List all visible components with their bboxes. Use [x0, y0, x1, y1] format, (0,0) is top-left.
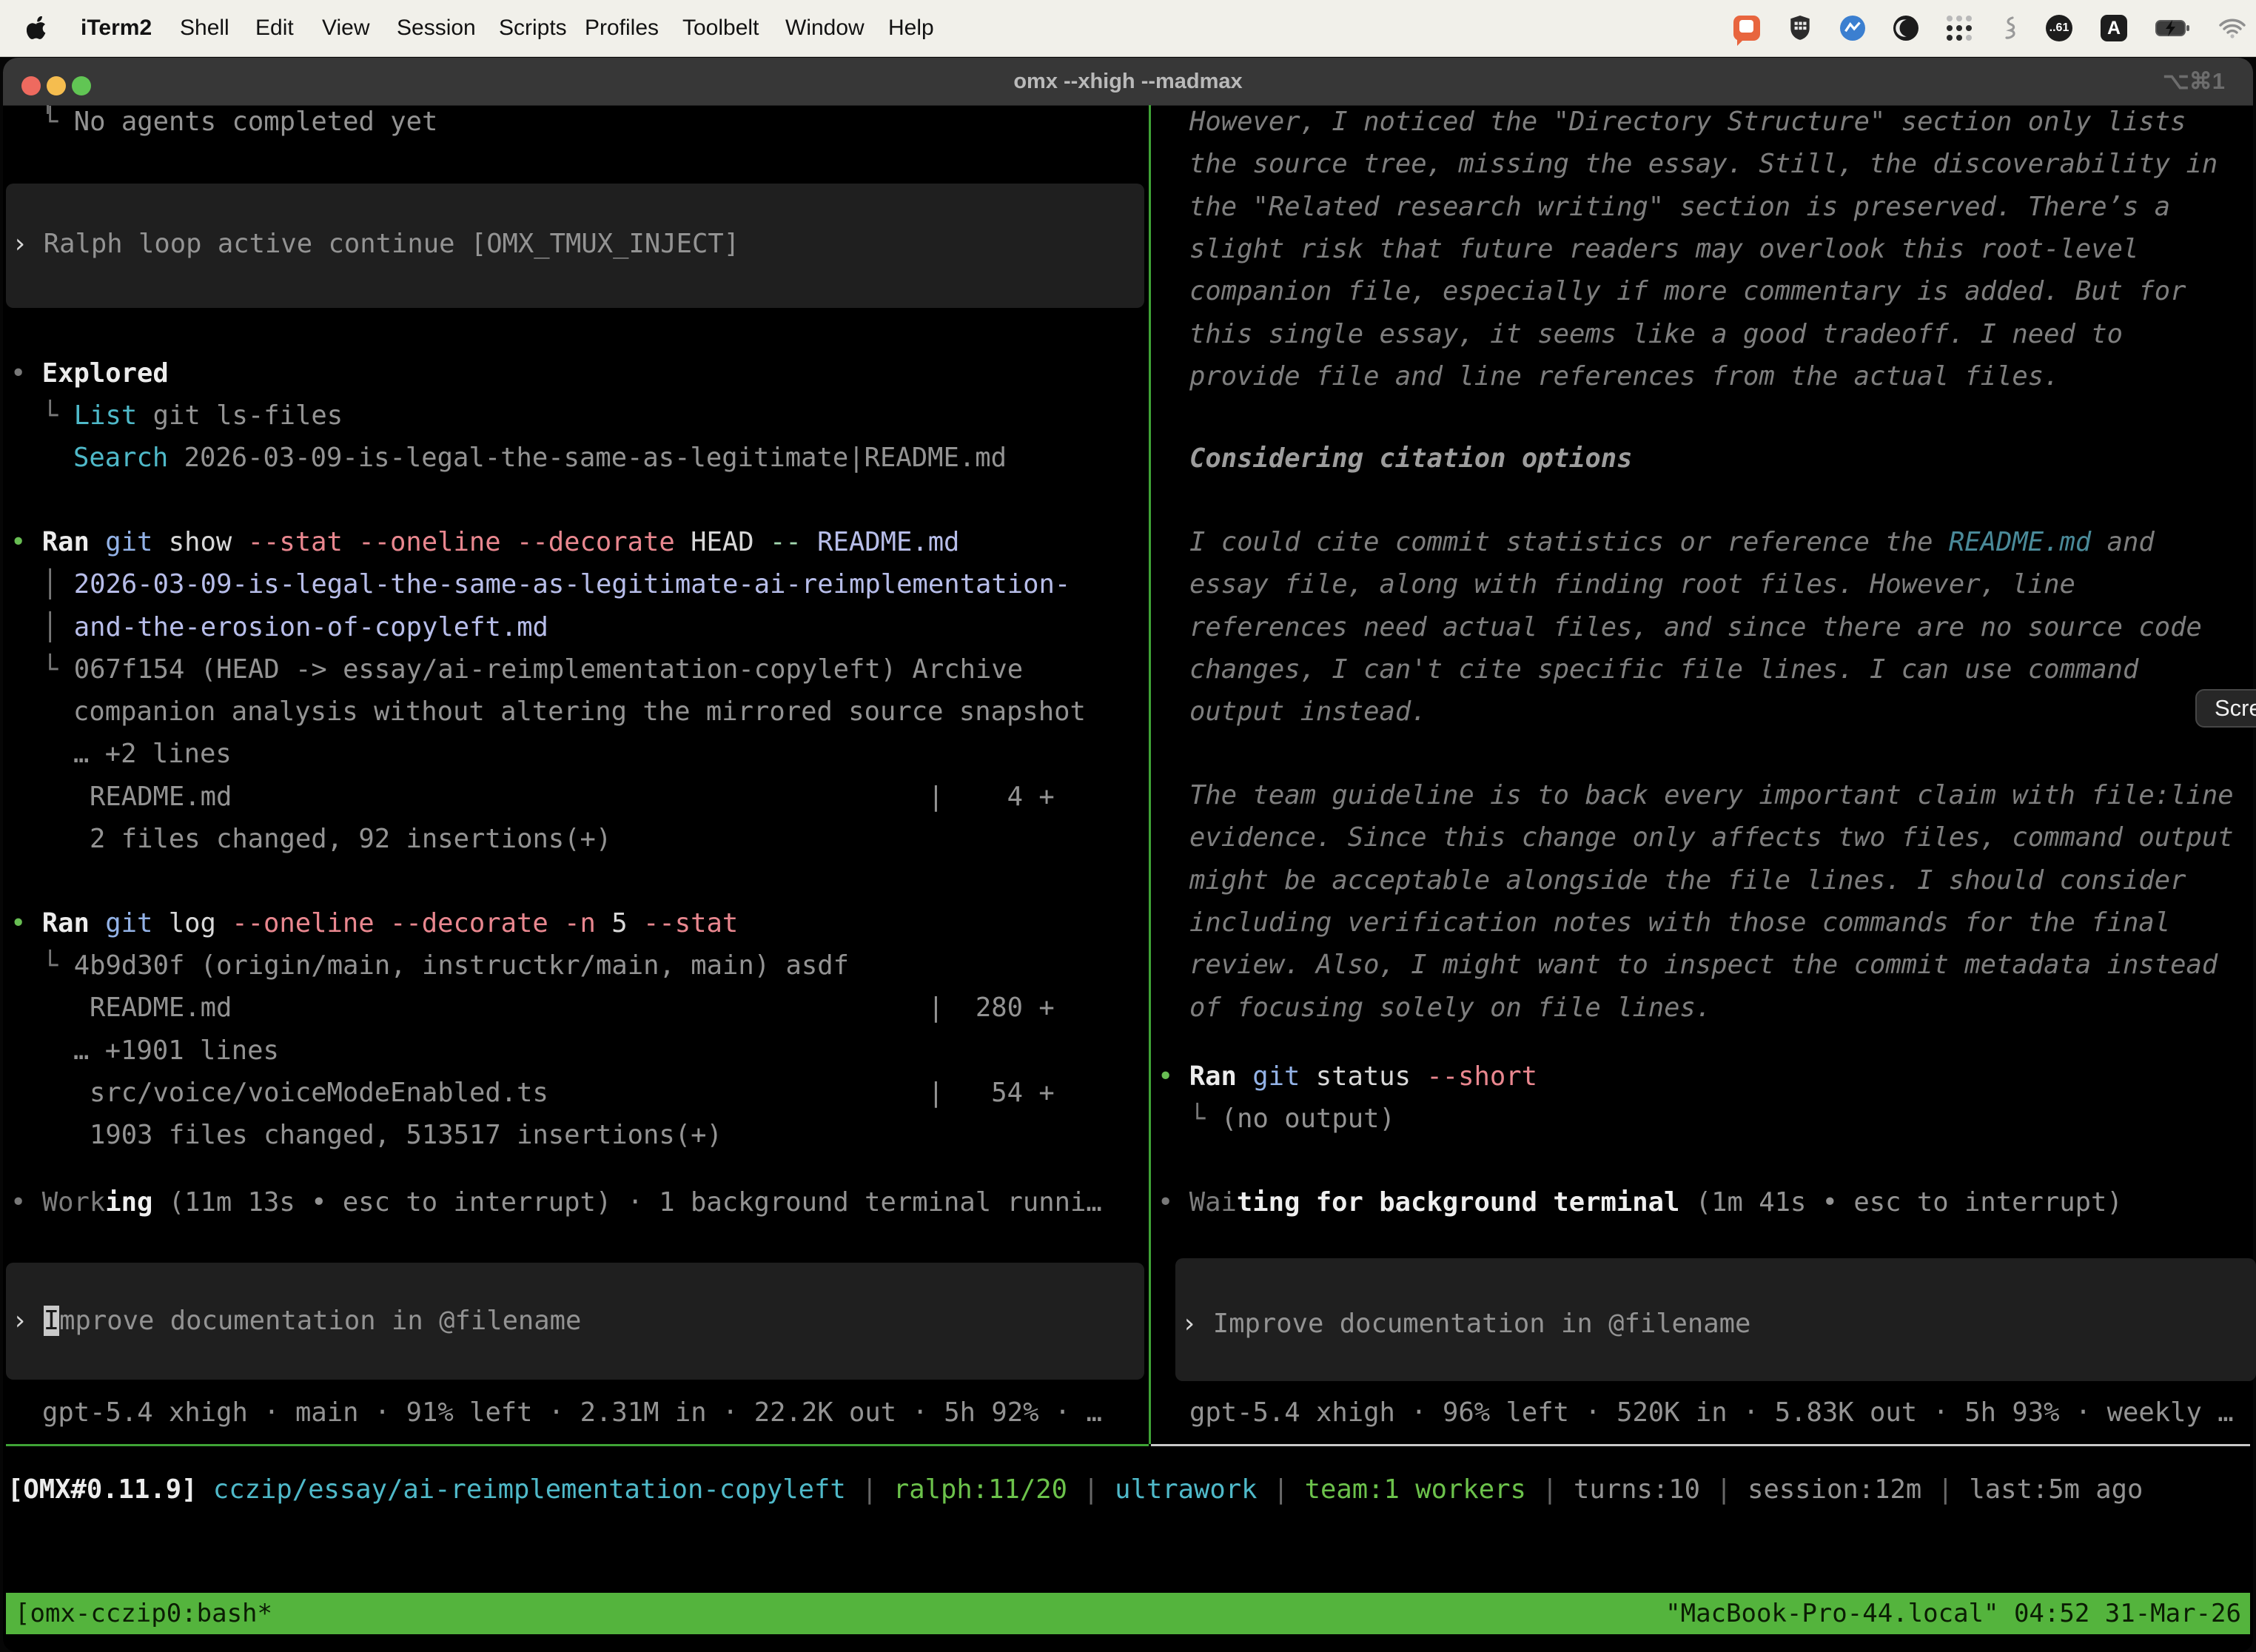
menu-item-help[interactable]: Help [888, 0, 934, 56]
terminal-line: └ 4b9d30f (origin/main, instructkr/main,… [42, 944, 849, 987]
terminal-line: output instead. [1189, 691, 1427, 733]
wifi-status-icon[interactable] [2219, 18, 2246, 38]
menu-item-profiles[interactable]: Profiles [585, 0, 659, 56]
keyboard-layout-status-icon[interactable]: A [2101, 15, 2127, 41]
terminal-line: of focusing solely on file lines. [1189, 987, 1711, 1030]
terminal-line: Considering citation options [1189, 437, 1632, 480]
tmux-host-clock: "MacBook-Pro-44.local" 04:52 31-Mar-26 [1665, 1599, 2241, 1628]
battery-status-icon[interactable] [2155, 19, 2191, 38]
terminal-line: › Improve documentation in @filename [1181, 1303, 1750, 1346]
tmux-window-label[interactable]: [omx-cczip0:bash* [15, 1599, 272, 1628]
terminal-line: the source tree, missing the essay. Stil… [1189, 143, 2218, 186]
terminal-line: … +2 lines [73, 733, 232, 776]
prompt-box-left[interactable]: › Ralph loop active continue [OMX_TMUX_I… [6, 184, 1144, 308]
terminal-line: 1903 files changed, 513517 insertions(+) [90, 1114, 722, 1157]
moon-focus-status-icon[interactable] [1893, 16, 1918, 41]
menu-item-edit[interactable]: Edit [255, 0, 294, 56]
window-shortcut-badge: ⌥⌘1 [2163, 58, 2225, 105]
window-title-bar: omx --xhigh --madmax ⌥⌘1 [3, 58, 2253, 106]
badge-61-status-icon[interactable]: ..61 [2046, 15, 2072, 41]
text-cursor: I [44, 1306, 59, 1336]
terminal-line: • Ran git status --short [1158, 1055, 1537, 1098]
terminal-line: The team guideline is to back every impo… [1189, 774, 2234, 817]
terminal-line: companion file, especially if more comme… [1189, 270, 2186, 313]
terminal-line: might be acceptable alongside the file l… [1189, 859, 2186, 902]
terminal-line: provide file and line references from th… [1189, 355, 2060, 398]
terminal-line: └ No agents completed yet [42, 101, 437, 144]
terminal-line: │ and-the-erosion-of-copyleft.md [42, 606, 548, 649]
menu-item-session[interactable]: Session [397, 0, 476, 56]
prompt-box-right[interactable]: › Improve documentation in @filename [1175, 1258, 2256, 1381]
messages-status-icon[interactable] [1733, 16, 1760, 41]
menu-item-toolbelt[interactable]: Toolbelt [682, 0, 759, 56]
terminal-line: └ List git ls-files [42, 394, 343, 437]
terminal-line: review. Also, I might want to inspect th… [1189, 944, 2218, 987]
terminal-line: However, I noticed the "Directory Struct… [1189, 101, 2186, 144]
window-title: omx --xhigh --madmax [1013, 58, 1242, 105]
shield-status-icon[interactable] [1788, 15, 1812, 41]
terminal-line: • Working (11m 13s • esc to interrupt) ·… [10, 1181, 1102, 1224]
screen-capture-overlay-label: Scre [2215, 695, 2256, 722]
tmux-pane-divider[interactable] [1149, 105, 1151, 1444]
terminal-line: gpt-5.4 xhigh · 96% left · 520K in · 5.8… [1189, 1391, 2234, 1434]
close-button[interactable] [21, 76, 41, 95]
terminal-line: 2 files changed, 92 insertions(+) [90, 818, 611, 861]
terminal-line: └ 067f154 (HEAD -> essay/ai-reimplementa… [42, 648, 1023, 691]
terminal-line: this single essay, it seems like a good … [1189, 313, 2123, 356]
terminal-line: changes, I can't cite specific file line… [1189, 648, 2138, 691]
terminal-line: slight risk that future readers may over… [1189, 228, 2138, 271]
terminal-line: including verification notes with those … [1189, 901, 2170, 944]
network-activity-status-icon[interactable] [1840, 16, 1865, 41]
terminal-line: companion analysis without altering the … [73, 691, 1086, 733]
zoom-button[interactable] [72, 76, 91, 95]
menu-item-window[interactable]: Window [785, 0, 865, 56]
terminal-line: README.md | 4 + [90, 776, 1055, 819]
terminal-line: Search 2026-03-09-is-legal-the-same-as-l… [73, 437, 1007, 480]
terminal-line: evidence. Since this change only affects… [1189, 816, 2234, 859]
omx-status-line: [OMX#0.11.9] cczip/essay/ai-reimplementa… [7, 1468, 2143, 1511]
terminal-line: src/voice/voiceModeEnabled.ts | 54 + [90, 1072, 1055, 1115]
menu-item-scripts[interactable]: Scripts [499, 0, 567, 56]
terminal-line: … +1901 lines [73, 1030, 279, 1072]
terminal-line: I could cite commit statistics or refere… [1189, 521, 2155, 564]
terminal-line: • Waiting for background terminal (1m 41… [1158, 1181, 2123, 1224]
desktop: iTerm2 Shell Edit View Session Scripts Profile… [0, 0, 2256, 1652]
menu-item-iterm2[interactable]: iTerm2 [81, 0, 152, 56]
menu-bar: iTerm2 Shell Edit View Session Scripts Profile… [0, 0, 2256, 57]
terminal-line: › Ralph loop active continue [OMX_TMUX_I… [12, 223, 739, 266]
tmux-pane-border-inactive [1151, 1444, 2250, 1446]
dots-grid-status-icon[interactable] [1947, 16, 1972, 41]
apple-menu-icon[interactable] [27, 16, 47, 44]
terminal-line: • Ran git log --oneline --decorate -n 5 … [10, 902, 738, 945]
menu-item-view[interactable]: View [322, 0, 369, 56]
terminal-line: • Explored [10, 352, 169, 395]
terminal-line: › Improve documentation in @filename [12, 1300, 581, 1343]
prompt-box-left[interactable]: › Improve documentation in @filename [6, 1263, 1144, 1380]
terminal-line: • Ran git show --stat --oneline --decora… [10, 521, 959, 564]
terminal-line: essay file, along with finding root file… [1189, 563, 2075, 606]
terminal-line: references need actual files, and since … [1189, 606, 2202, 649]
menu-bar-status-icons: ..61 A [1733, 0, 2246, 56]
terminal-line: │ 2026-03-09-is-legal-the-same-as-legiti… [42, 563, 1070, 606]
menu-item-shell[interactable]: Shell [180, 0, 229, 56]
minimize-button[interactable] [47, 76, 66, 95]
terminal-line: └ (no output) [1189, 1098, 1395, 1141]
terminal-line: the "Related research writing" section i… [1189, 186, 2170, 229]
squiggle-status-icon[interactable] [2000, 16, 2018, 40]
screen-capture-overlay-button[interactable]: Scre [2195, 689, 2256, 728]
terminal-line: README.md | 280 + [90, 987, 1055, 1030]
tmux-pane-border-active [6, 1444, 1149, 1446]
terminal-line: gpt-5.4 xhigh · main · 91% left · 2.31M … [42, 1391, 1102, 1434]
tmux-status-bar: [omx-cczip0:bash* "MacBook-Pro-44.local"… [6, 1593, 2250, 1634]
